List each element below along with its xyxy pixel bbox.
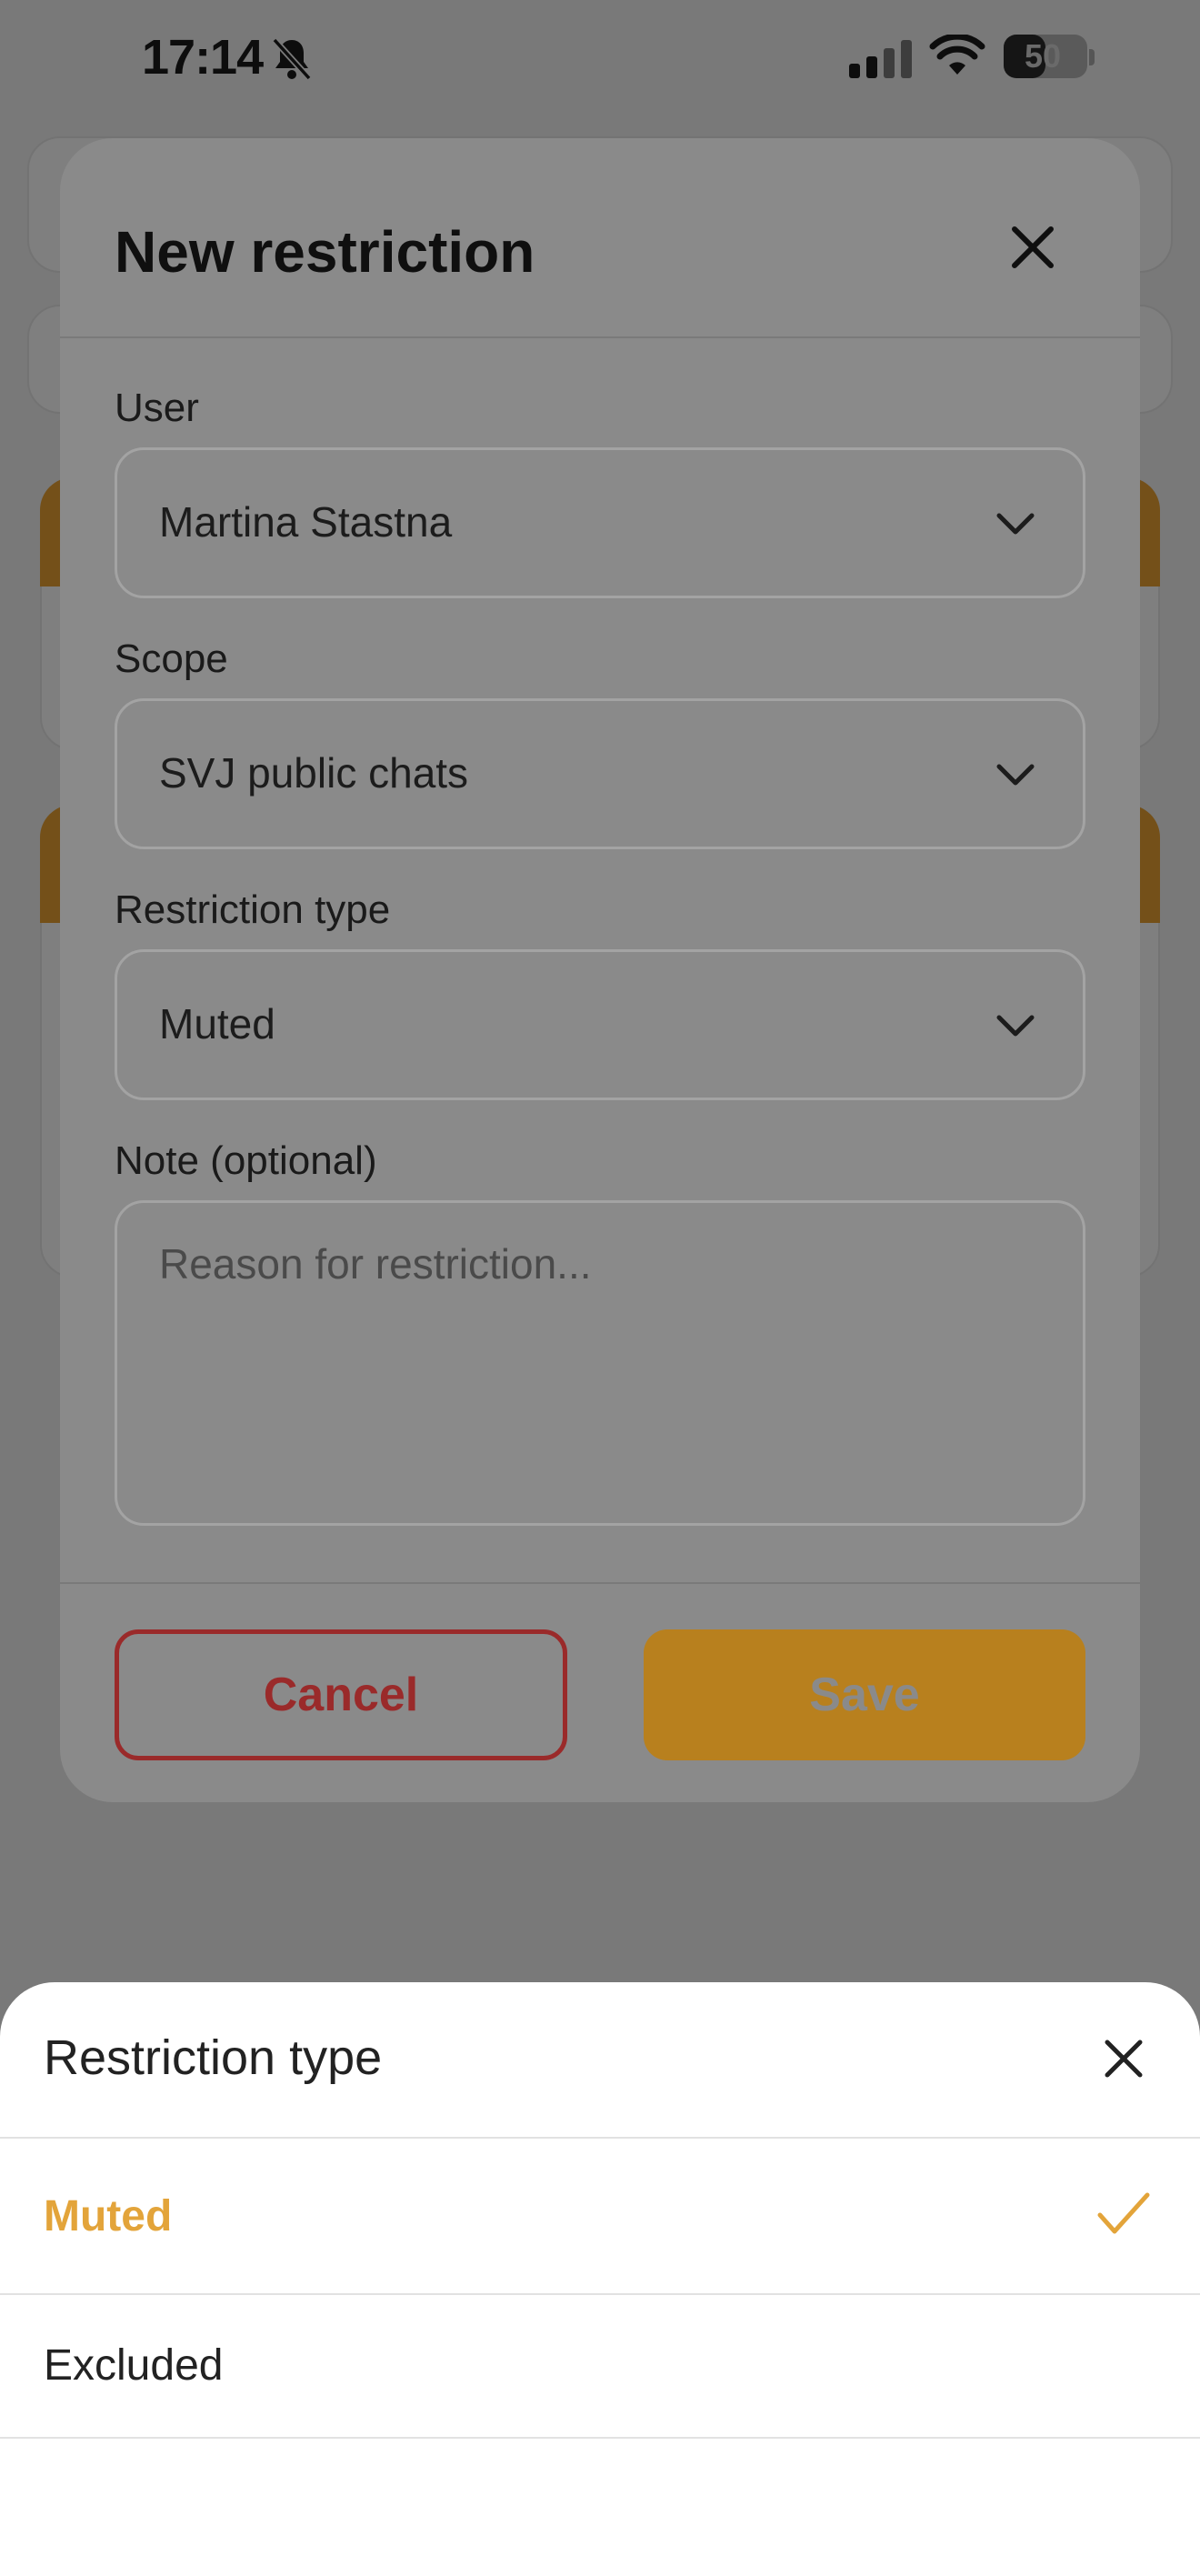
scope-label: Scope — [115, 636, 228, 681]
restriction-type-select[interactable]: Muted — [115, 949, 1085, 1100]
divider — [0, 2437, 1200, 2439]
battery-cap — [1089, 49, 1095, 65]
save-button[interactable]: Save — [644, 1629, 1085, 1760]
option-label: Excluded — [44, 2341, 224, 2390]
battery-icon: 50 — [1004, 35, 1087, 78]
dialog-title: New restriction — [115, 219, 535, 285]
option-label: Muted — [44, 2192, 173, 2240]
status-time: 17:14 — [142, 30, 264, 85]
restriction-type-select-value: Muted — [159, 1000, 275, 1047]
scope-select[interactable]: SVJ public chats — [115, 698, 1085, 849]
note-label: Note (optional) — [115, 1138, 377, 1183]
option-muted[interactable]: Muted — [0, 2139, 1200, 2293]
sheet-title: Restriction type — [44, 2030, 383, 2085]
user-select[interactable]: Martina Stastna — [115, 447, 1085, 598]
wifi-icon — [929, 35, 985, 75]
restriction-type-label: Restriction type — [115, 887, 391, 932]
checkmark-icon — [1097, 2192, 1150, 2234]
user-label: User — [115, 386, 199, 430]
divider — [60, 1582, 1140, 1584]
close-icon[interactable] — [1009, 224, 1056, 271]
user-select-value: Martina Stastna — [159, 498, 453, 546]
restriction-type-sheet: Restriction type Muted Excluded — [0, 1982, 1200, 2576]
chevron-down-icon — [996, 764, 1035, 786]
scope-select-value: SVJ public chats — [159, 749, 469, 797]
note-placeholder: Reason for restriction... — [159, 1240, 592, 1288]
note-textarea[interactable]: Reason for restriction... — [115, 1200, 1085, 1526]
chevron-down-icon — [996, 513, 1035, 535]
close-icon[interactable] — [1104, 2039, 1144, 2079]
status-bar: 17:14 50 — [0, 0, 1200, 116]
cellular-signal-icon — [849, 40, 912, 78]
new-restriction-dialog: New restriction User Martina Stastna Sco… — [60, 138, 1140, 1802]
battery-percent: 50 — [1024, 37, 1062, 75]
option-excluded[interactable]: Excluded — [0, 2295, 1200, 2450]
divider — [60, 336, 1140, 338]
cancel-button[interactable]: Cancel — [115, 1629, 567, 1760]
bell-slash-icon — [272, 37, 312, 81]
chevron-down-icon — [996, 1015, 1035, 1037]
